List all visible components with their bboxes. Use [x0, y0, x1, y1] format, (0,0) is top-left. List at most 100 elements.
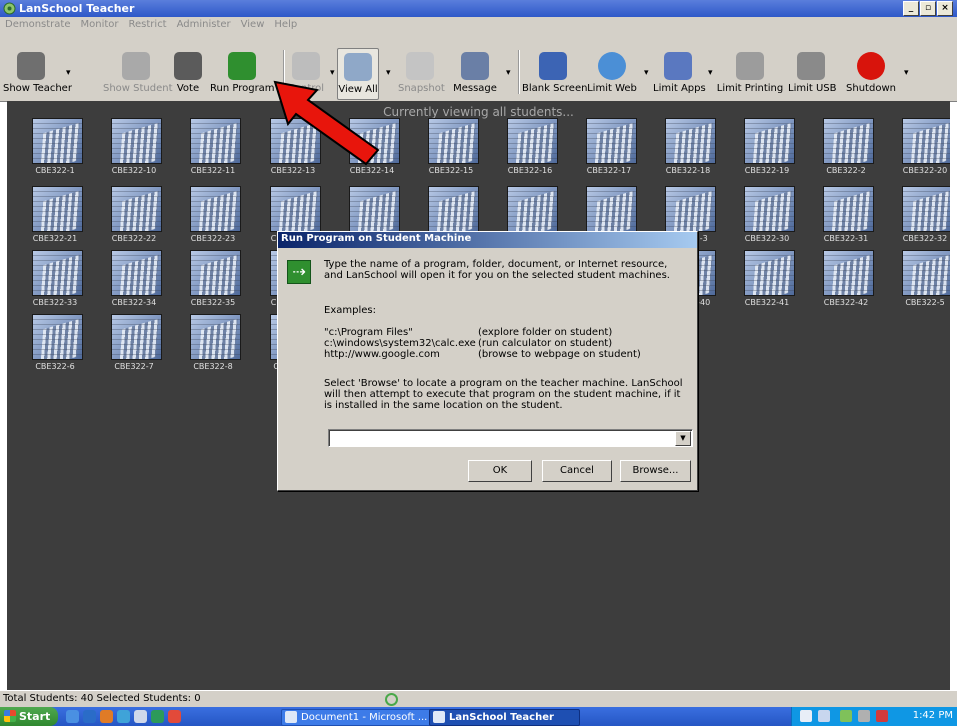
example-desc: (explore folder on student)	[478, 327, 613, 338]
student-name: CBE322-41	[744, 298, 790, 307]
cancel-button[interactable]: Cancel	[542, 460, 612, 482]
message-button[interactable]: Message	[450, 48, 500, 98]
control-button[interactable]: Control	[286, 48, 326, 98]
student-thumbnail[interactable]: CBE322-15	[413, 118, 489, 183]
examples-label: Examples:	[324, 305, 376, 316]
student-thumbnail[interactable]: CBE322-14	[334, 118, 410, 183]
student-thumbnail[interactable]: CBE322-8	[175, 314, 251, 379]
quicklaunch-icon[interactable]	[134, 710, 147, 723]
help-icon[interactable]	[800, 710, 812, 722]
student-thumbnail[interactable]: CBE322-21	[17, 186, 93, 251]
taskbar-item-document1[interactable]: Document1 - Microsoft ...	[281, 709, 433, 726]
snapshot-button[interactable]: Snapshot	[398, 48, 445, 98]
program-path-combobox[interactable]: ▼	[328, 429, 693, 447]
ie-icon[interactable]	[83, 710, 96, 723]
quicklaunch-icon[interactable]	[168, 710, 181, 723]
menu-monitor[interactable]: Monitor	[76, 17, 124, 34]
chevron-down-icon[interactable]: ▼	[675, 431, 691, 446]
limit-web-dropdown-icon[interactable]: ▾	[644, 68, 650, 78]
shutdown-button[interactable]: Shutdown	[845, 48, 897, 98]
student-thumbnail[interactable]: CBE322-30	[729, 186, 805, 251]
control-dropdown-icon[interactable]: ▾	[330, 68, 336, 78]
window-icon[interactable]	[818, 710, 830, 722]
teacher-icon	[17, 52, 45, 80]
student-screen-preview	[428, 118, 479, 164]
student-thumbnail[interactable]: CBE322-1	[17, 118, 93, 183]
snapshot-label: Snapshot	[398, 83, 445, 94]
student-thumbnail[interactable]: CBE322-11	[175, 118, 251, 183]
shutdown-dropdown-icon[interactable]: ▾	[904, 68, 910, 78]
student-thumbnail[interactable]: CBE322-41	[729, 250, 805, 315]
show-teacher-dropdown-icon[interactable]: ▾	[66, 68, 72, 78]
student-thumbnail[interactable]: CBE322-22	[96, 186, 172, 251]
start-button[interactable]: Start	[0, 707, 58, 726]
limit-printing-button[interactable]: Limit Printing	[716, 48, 784, 98]
limit-apps-dropdown-icon[interactable]: ▾	[708, 68, 714, 78]
student-thumbnail[interactable]: CBE322-16	[492, 118, 568, 183]
student-icon	[122, 52, 150, 80]
student-name: CBE322-16	[507, 166, 553, 175]
browse-button[interactable]: Browse...	[620, 460, 691, 482]
show-student-button[interactable]: Show Student	[103, 48, 173, 98]
globe-icon	[598, 52, 626, 80]
quicklaunch-icon[interactable]	[151, 710, 164, 723]
tray-icon[interactable]	[858, 710, 870, 722]
quicklaunch-icon[interactable]	[117, 710, 130, 723]
view-all-button[interactable]: View All	[337, 48, 379, 100]
maximize-button[interactable]: ▫	[920, 1, 936, 16]
student-thumbnail[interactable]: CBE322-7	[96, 314, 172, 379]
student-screen-preview	[190, 186, 241, 232]
student-thumbnail[interactable]: CBE322-17	[571, 118, 647, 183]
student-name: CBE322-33	[32, 298, 78, 307]
show-teacher-button[interactable]: Show Teacher	[3, 48, 72, 98]
student-thumbnail[interactable]: CBE322-34	[96, 250, 172, 315]
student-thumbnail[interactable]: CBE322-23	[175, 186, 251, 251]
blank-screen-button[interactable]: Blank Screen	[522, 48, 588, 98]
vote-button[interactable]: Vote	[174, 48, 202, 98]
student-screen-preview	[270, 186, 321, 232]
limit-apps-button[interactable]: Limit Apps	[653, 48, 706, 98]
view-all-dropdown-icon[interactable]: ▾	[386, 68, 392, 78]
menu-demonstrate[interactable]: Demonstrate	[0, 17, 76, 34]
menu-administer[interactable]: Administer	[172, 17, 236, 34]
limit-web-button[interactable]: Limit Web	[586, 48, 638, 98]
taskbar-item-label: Document1 - Microsoft ...	[301, 712, 428, 723]
blank-screen-label: Blank Screen	[522, 83, 588, 94]
message-dropdown-icon[interactable]: ▾	[506, 68, 512, 78]
student-name: CBE322-20	[902, 166, 948, 175]
tray-icon[interactable]	[840, 710, 852, 722]
quicklaunch-icon[interactable]	[66, 710, 79, 723]
limit-usb-button[interactable]: Limit USB	[788, 48, 837, 98]
student-screen-preview	[665, 186, 716, 232]
close-button[interactable]: ×	[937, 1, 953, 16]
run-program-button[interactable]: Run Program	[210, 48, 275, 98]
student-thumbnail[interactable]: CBE322-42	[808, 250, 884, 315]
student-thumbnail[interactable]: CBE322-6	[17, 314, 93, 379]
student-thumbnail[interactable]: CBE322-2	[808, 118, 884, 183]
student-thumbnail[interactable]: CBE322-10	[96, 118, 172, 183]
menu-view[interactable]: View	[236, 17, 270, 34]
student-thumbnail[interactable]: CBE322-20	[887, 118, 950, 183]
student-thumbnail[interactable]: CBE322-31	[808, 186, 884, 251]
taskbar-item-lanschool[interactable]: LanSchool Teacher	[429, 709, 580, 726]
student-thumbnail[interactable]: CBE322-32	[887, 186, 950, 251]
student-thumbnail[interactable]: CBE322-5	[887, 250, 950, 315]
program-path-input[interactable]	[329, 430, 673, 445]
student-thumbnail[interactable]: CBE322-19	[729, 118, 805, 183]
student-thumbnail[interactable]: CBE322-13	[255, 118, 331, 183]
student-screen-preview	[507, 186, 558, 232]
menu-help[interactable]: Help	[269, 17, 302, 34]
student-screen-preview	[270, 118, 321, 164]
student-name: CBE322-5	[905, 298, 945, 307]
student-screen-preview	[190, 314, 241, 360]
student-thumbnail[interactable]: CBE322-35	[175, 250, 251, 315]
minimize-button[interactable]: _	[903, 1, 919, 16]
student-thumbnail[interactable]: CBE322-18	[650, 118, 726, 183]
menu-restrict[interactable]: Restrict	[124, 17, 172, 34]
tray-icon[interactable]	[876, 710, 888, 722]
student-thumbnail[interactable]: CBE322-33	[17, 250, 93, 315]
usb-icon	[797, 52, 825, 80]
system-tray: 1:42 PM	[791, 707, 957, 726]
ok-button[interactable]: OK	[468, 460, 532, 482]
firefox-icon[interactable]	[100, 710, 113, 723]
